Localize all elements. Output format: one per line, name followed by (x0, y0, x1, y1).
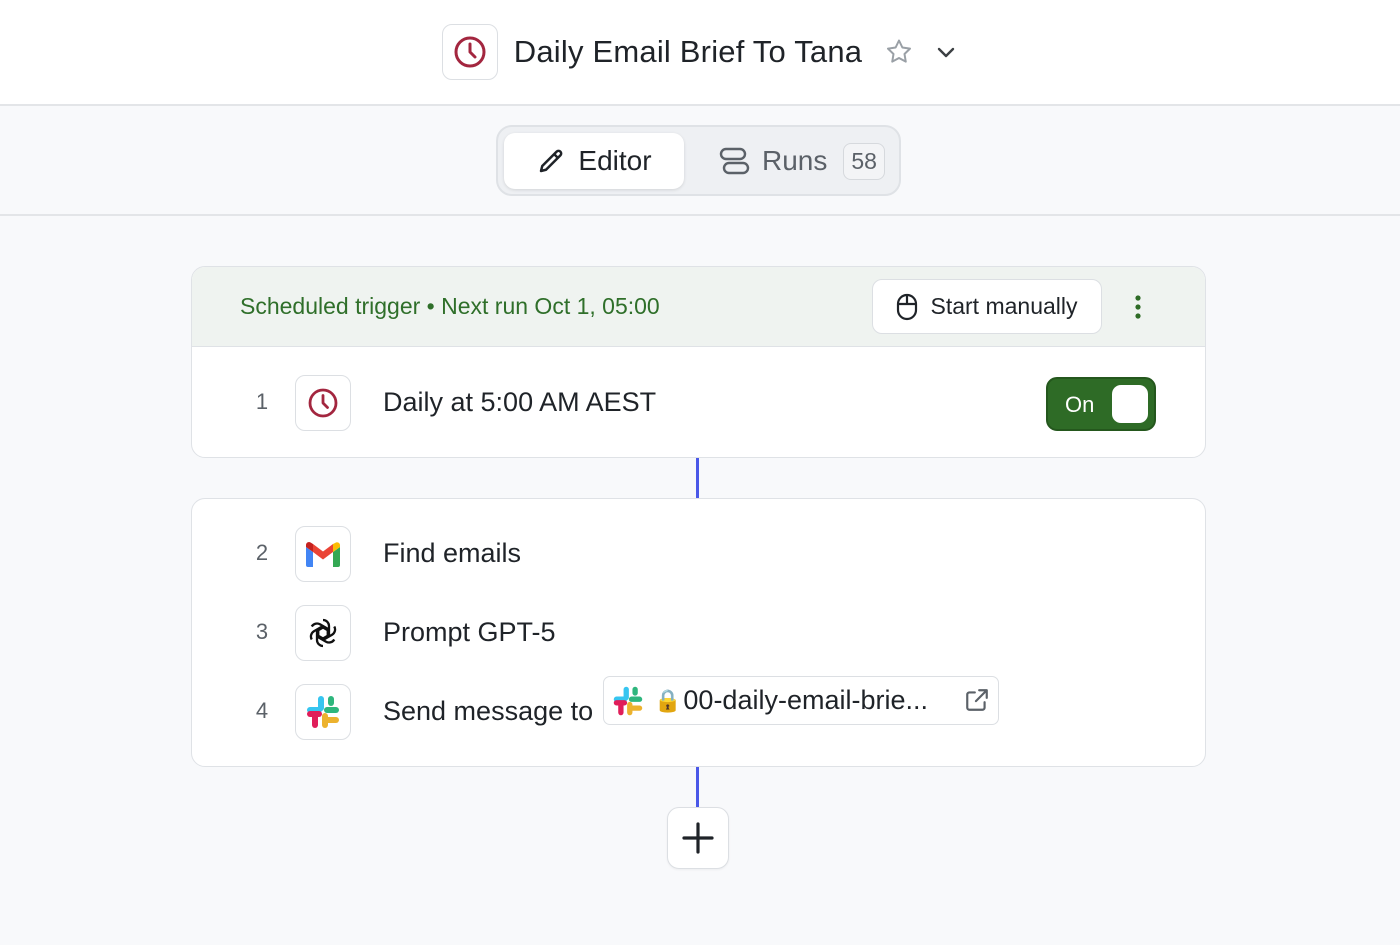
tab-editor[interactable]: Editor (504, 133, 684, 189)
lock-icon: 🔒 (654, 687, 682, 713)
slack-icon (295, 684, 351, 740)
trigger-card-header: Scheduled trigger • Next run Oct 1, 05:0… (192, 267, 1205, 347)
start-manually-button[interactable]: Start manually (872, 279, 1102, 334)
slack-channel-chip[interactable]: 🔒 00-daily-email-brie... (603, 676, 999, 725)
plus-icon (682, 822, 714, 854)
runs-icon (719, 147, 750, 175)
toggle-knob (1112, 385, 1148, 423)
step-number: 4 (255, 698, 269, 723)
step-label: Send message to (383, 696, 594, 726)
chevron-down-icon[interactable] (934, 40, 958, 64)
start-manually-label: Start manually (930, 293, 1078, 319)
runs-count-badge: 58 (843, 142, 885, 180)
step-number: 2 (255, 540, 269, 565)
step-connector (696, 458, 699, 498)
tab-runs-label: Runs (762, 145, 828, 176)
view-tab-bar: Editor Runs 58 (0, 106, 1400, 216)
step-number: 1 (255, 389, 269, 414)
clock-icon (441, 24, 498, 80)
step-connector (696, 767, 699, 807)
view-tab-group: Editor Runs 58 (496, 125, 901, 196)
gmail-icon (295, 526, 351, 582)
add-step-button[interactable] (667, 807, 729, 869)
step-label: Daily at 5:00 AM AEST (383, 387, 657, 417)
step-label: Find emails (383, 538, 522, 568)
pencil-icon (540, 149, 563, 173)
step-row-2[interactable]: 2 Find emails (192, 526, 1205, 582)
mouse-icon (897, 293, 918, 320)
actions-card: 2 Find emails 3 Prompt GPT-5 4 Send mess… (191, 498, 1206, 767)
channel-name: 00-daily-email-brie... (683, 685, 928, 715)
trigger-card: Scheduled trigger • Next run Oct 1, 05:0… (191, 266, 1206, 458)
tab-runs[interactable]: Runs 58 (718, 133, 885, 189)
enable-toggle[interactable]: On (1046, 377, 1156, 431)
openai-icon (295, 605, 351, 661)
workflow-title[interactable]: Daily Email Brief To Tana (514, 34, 862, 70)
step-row-3[interactable]: 3 Prompt GPT-5 (192, 605, 1205, 661)
step-label: Prompt GPT-5 (383, 617, 556, 647)
step-row-1[interactable]: 1 Daily at 5:00 AM AEST On (192, 375, 1205, 431)
trigger-status: Scheduled trigger • Next run Oct 1, 05:0… (240, 293, 660, 319)
step-row-4[interactable]: 4 Send message to 🔒 00-daily-email-brie.… (192, 676, 1205, 740)
toggle-label: On (1065, 392, 1095, 417)
slack-icon (612, 685, 644, 717)
more-vertical-icon[interactable] (1128, 291, 1148, 323)
star-icon[interactable] (884, 37, 914, 67)
external-link-icon[interactable] (964, 687, 990, 713)
clock-icon (295, 375, 351, 431)
tab-editor-label: Editor (578, 145, 652, 176)
top-bar: Daily Email Brief To Tana (0, 0, 1400, 106)
workflow-title-group: Daily Email Brief To Tana (441, 24, 958, 80)
step-number: 3 (255, 619, 269, 644)
